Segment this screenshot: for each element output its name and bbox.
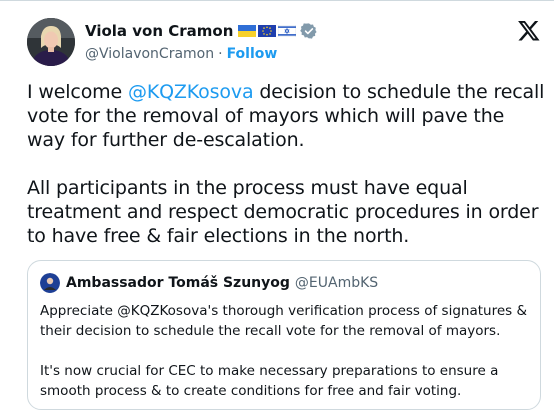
author-block: Viola von Cramon @ViolavonCramon · Follo… [85,20,318,64]
quoted-body: Appreciate @KQZKosova's thorough verific… [40,301,534,401]
author-name-row: Viola von Cramon [85,20,318,42]
mention-link[interactable]: @KQZKosova [128,81,254,103]
tweet-paragraph-1: I welcome @KQZKosova decision to schedul… [27,80,547,152]
author-avatar[interactable] [27,18,75,66]
tweet-card: Viola von Cramon @ViolavonCramon · Follo… [0,0,554,411]
ukraine-flag-icon [238,25,257,37]
author-handle-row: @ViolavonCramon · Follow [85,43,318,65]
quoted-author-handle: @EUAmbKS [294,275,379,291]
tweet-paragraph-2: All participants in the process must hav… [27,177,539,247]
tweet-body: I welcome @KQZKosova decision to schedul… [27,80,547,248]
x-logo-icon[interactable] [518,21,540,41]
quoted-author-row: Ambassador Tomáš Szunyog @EUAmbKS [40,273,378,293]
tweet-text-segment: I welcome [27,81,128,103]
quoted-tweet[interactable]: Ambassador Tomáš Szunyog @EUAmbKS Apprec… [27,260,541,410]
quoted-paragraph-2: It's now crucial for CEC to make necessa… [40,363,499,399]
israel-flag-icon [278,25,297,37]
quoted-paragraph-1: Appreciate @KQZKosova's thorough verific… [40,303,527,339]
quoted-author-name: Ambassador Tomáš Szunyog [66,275,290,291]
verified-badge-icon [300,23,317,39]
flag-emojis [238,25,297,37]
separator-dot: · [218,46,223,62]
author-handle[interactable]: @ViolavonCramon [85,46,214,62]
follow-button[interactable]: Follow [227,46,278,62]
quoted-avatar [40,273,60,293]
author-name[interactable]: Viola von Cramon [85,22,233,40]
eu-flag-icon [258,25,277,37]
